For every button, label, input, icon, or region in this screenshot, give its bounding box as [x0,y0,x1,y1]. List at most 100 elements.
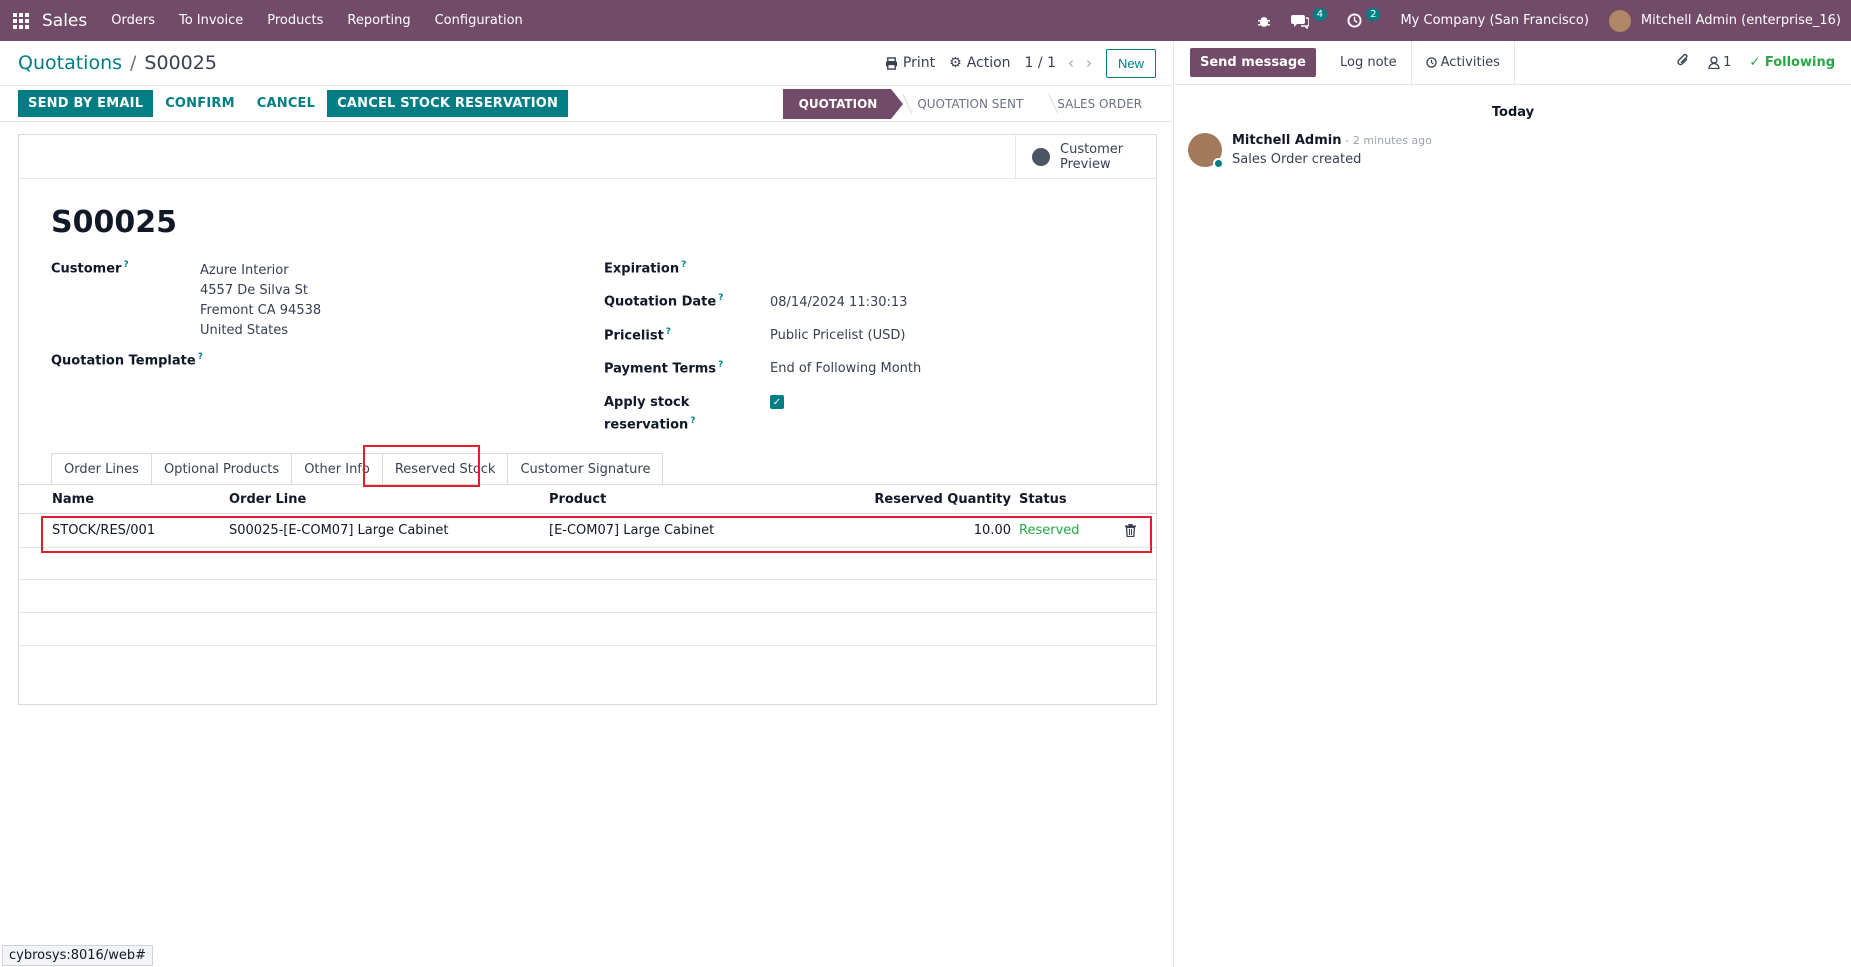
print-label: Print [902,55,936,71]
col-status[interactable]: Status [1019,492,1067,507]
user-name: Mitchell Admin (enterprise_16) [1640,13,1841,28]
help-icon[interactable]: ? [690,416,695,426]
help-icon[interactable]: ? [198,352,203,362]
chat-icon [1290,14,1309,29]
col-product[interactable]: Product [549,492,606,507]
payment-terms-label: Payment Terms? [604,360,724,377]
menu-orders[interactable]: Orders [99,13,167,28]
help-icon[interactable]: ? [123,260,128,270]
breadcrumb-separator: / [130,52,137,74]
action-button[interactable]: ⚙ Action [949,55,1010,71]
tab-optional-products[interactable]: Optional Products [150,453,293,485]
author-avatar[interactable] [1188,133,1224,169]
help-icon[interactable]: ? [718,360,723,370]
col-name[interactable]: Name [52,492,94,507]
empty-row [19,580,1156,613]
quotation-date-label: Quotation Date? [604,293,724,310]
activities-label: Activities [1440,55,1500,70]
quotation-date-field[interactable]: 08/14/2024 11:30:13 [770,295,907,310]
stage-quotation-sent[interactable]: QUOTATION SENT [891,89,1037,119]
paperclip-icon[interactable] [1676,53,1690,72]
tab-customer-signature[interactable]: Customer Signature [507,453,664,485]
pager-value[interactable]: 1 / 1 [1025,55,1056,71]
col-order-line[interactable]: Order Line [229,492,306,507]
help-icon[interactable]: ? [718,293,723,303]
menu-to-invoice[interactable]: To Invoice [167,13,255,28]
following-button[interactable]: ✓ Following [1749,55,1835,70]
pager-previous-icon[interactable]: ‹ [1068,54,1074,72]
button-box: Customer Preview [19,135,1156,179]
customer-street: 4557 De Silva St [200,283,308,298]
message-body: Sales Order created [1232,152,1362,167]
gear-icon: ⚙ [949,55,962,71]
pager-next-icon[interactable]: › [1086,54,1092,72]
print-button[interactable]: Print [885,55,935,71]
empty-row [19,613,1156,646]
apply-stock-reservation-checkbox[interactable]: ✓ [770,395,784,409]
highlight-reserved-row [41,516,1152,553]
table-header: Name Order Line Product Reserved Quantit… [19,487,1156,511]
form-sheet: Customer Preview S00025 Customer? Azure … [18,134,1158,705]
activities-badge: 2 [1366,8,1381,21]
company-switcher[interactable]: My Company (San Francisco) [1390,13,1598,28]
menu-configuration[interactable]: Configuration [423,13,535,28]
apply-stock-reservation-label: Apply stock reservation? [604,395,696,433]
date-separator: Today [1491,105,1535,120]
messages-button[interactable]: 4 [1281,8,1337,29]
user-icon [1708,56,1720,69]
status-bar: SEND BY EMAIL CONFIRM CANCEL CANCEL STOC… [0,86,1172,122]
user-menu[interactable]: Mitchell Admin (enterprise_16) [1599,9,1851,32]
send-by-email-button[interactable]: SEND BY EMAIL [18,90,154,117]
stage-bar: QUOTATION QUOTATION SENT SALES ORDER [782,88,1156,119]
printer-icon [885,56,897,70]
stage-sales-order[interactable]: SALES ORDER [1037,89,1156,119]
action-label: Action [966,55,1011,71]
help-icon[interactable]: ? [666,327,671,337]
quotation-template-label: Quotation Template? [51,352,203,369]
notebook-tabs: Order Lines Optional Products Other Info… [51,453,664,485]
apps-menu-icon[interactable] [0,0,42,41]
stage-quotation[interactable]: QUOTATION [782,88,903,119]
menu-products[interactable]: Products [255,13,335,28]
highlight-reserved-stock-tab [363,445,480,487]
customer-city: Fremont CA 94538 [200,303,322,318]
menu-reporting[interactable]: Reporting [335,13,422,28]
page-title: S00025 [51,205,177,240]
user-avatar [1608,9,1631,32]
customer-label: Customer? [51,260,129,277]
pricelist-label: Pricelist? [604,327,672,344]
chatter-message: Mitchell Admin - 2 minutes ago Sales Orde… [1188,133,1432,169]
col-reserved-quantity[interactable]: Reserved Quantity [874,492,1011,507]
followers-button[interactable]: 1 [1708,55,1731,70]
customer-preview-line1: Customer [1060,142,1124,157]
clock-icon [1347,13,1362,28]
debug-icon[interactable] [1247,14,1281,28]
breadcrumb-quotations[interactable]: Quotations [18,52,122,74]
message-author[interactable]: Mitchell Admin [1232,133,1341,148]
activities-button[interactable]: 2 [1337,8,1390,28]
tab-order-lines[interactable]: Order Lines [51,453,152,485]
cancel-button[interactable]: CANCEL [247,90,325,117]
payment-terms-field[interactable]: End of Following Month [770,361,921,376]
tab-divider [19,484,1158,485]
messages-badge: 4 [1312,8,1328,21]
confirm-button[interactable]: CONFIRM [155,90,245,117]
cancel-stock-reservation-button[interactable]: CANCEL STOCK RESERVATION [327,90,569,117]
customer-preview-button[interactable]: Customer Preview [1015,135,1156,179]
new-button[interactable]: New [1105,48,1156,78]
customer-name[interactable]: Azure Interior [200,261,321,281]
clock-icon [1425,57,1437,68]
expiration-label: Expiration? [604,260,687,277]
log-note-button[interactable]: Log note [1326,40,1412,85]
pricelist-field[interactable]: Public Pricelist (USD) [770,328,905,343]
app-name[interactable]: Sales [42,11,87,31]
activities-tab-button[interactable]: Activities [1412,40,1515,85]
send-message-button[interactable]: Send message [1190,48,1316,77]
help-icon[interactable]: ? [681,260,686,270]
customer-field[interactable]: Azure Interior 4557 De Silva St Fremont … [200,261,321,341]
breadcrumb-current: S00025 [144,52,217,74]
globe-icon [1032,148,1050,166]
pager: 1 / 1 ‹ › [1025,54,1092,72]
customer-country: United States [200,323,289,338]
breadcrumb: Quotations / S00025 [18,52,217,74]
